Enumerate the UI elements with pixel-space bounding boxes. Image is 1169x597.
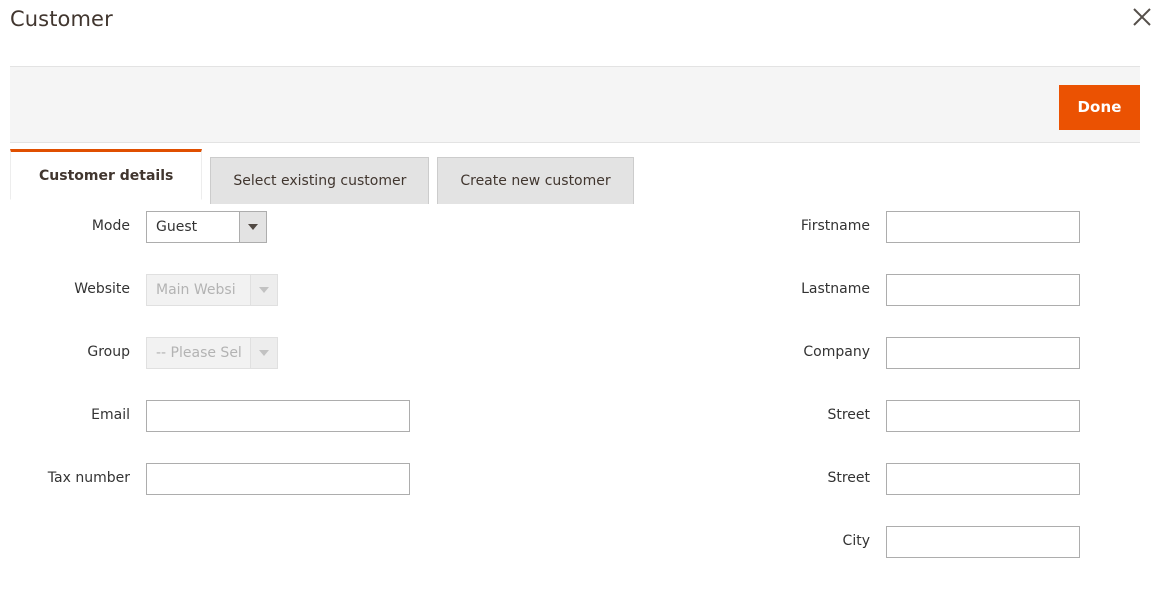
field-company: Company — [520, 330, 1080, 375]
city-input[interactable] — [886, 525, 1080, 558]
chevron-down-icon — [239, 210, 267, 243]
mode-select[interactable]: Guest — [146, 210, 267, 243]
mode-select-value: Guest — [146, 210, 239, 243]
field-group: Group -- Please Sel — [0, 330, 520, 375]
field-lastname: Lastname — [520, 267, 1080, 312]
tab-customer-details[interactable]: Customer details — [10, 149, 203, 200]
field-mode: Mode Guest — [0, 204, 520, 249]
field-label-tax-number: Tax number — [47, 470, 130, 487]
close-icon — [1131, 6, 1153, 28]
field-city: City — [520, 519, 1080, 564]
field-label-group: Group — [87, 344, 130, 361]
form-right-column: Firstname Lastname Company Street Street… — [520, 204, 1080, 582]
street-line-2-input[interactable] — [886, 462, 1080, 495]
website-select: Main Websi — [146, 273, 278, 306]
field-label-firstname: Firstname — [800, 218, 870, 235]
group-select-value: -- Please Sel — [146, 336, 250, 369]
chevron-down-icon — [250, 273, 278, 306]
close-button[interactable] — [1125, 0, 1159, 34]
done-button[interactable]: Done — [1059, 85, 1140, 130]
website-select-value: Main Websi — [146, 273, 250, 306]
form-left-column: Mode Guest Website Main Websi Group -- P… — [0, 204, 520, 519]
customer-tabs: Customer details Select existing custome… — [10, 149, 642, 204]
tab-label: Select existing customer — [233, 173, 407, 189]
field-tax-number: Tax number — [0, 456, 520, 501]
tab-select-existing-customer[interactable]: Select existing customer — [210, 157, 430, 204]
tab-label: Customer details — [39, 167, 174, 184]
field-label-lastname: Lastname — [801, 281, 870, 298]
chevron-down-icon — [250, 336, 278, 369]
email-input[interactable] — [146, 399, 410, 432]
company-input[interactable] — [886, 336, 1080, 369]
tax-number-input[interactable] — [146, 462, 410, 495]
tab-label: Create new customer — [460, 173, 611, 189]
field-email: Email — [0, 393, 520, 438]
lastname-input[interactable] — [886, 273, 1080, 306]
field-label-company: Company — [803, 344, 870, 361]
field-firstname: Firstname — [520, 204, 1080, 249]
field-street-2: Street — [520, 456, 1080, 501]
field-label-street-1: Street — [827, 407, 870, 424]
page-title: Customer — [10, 7, 113, 31]
field-label-email: Email — [91, 407, 130, 424]
field-website: Website Main Websi — [0, 267, 520, 312]
tab-create-new-customer[interactable]: Create new customer — [437, 157, 634, 204]
firstname-input[interactable] — [886, 210, 1080, 243]
group-select: -- Please Sel — [146, 336, 278, 369]
field-label-city: City — [842, 533, 870, 550]
field-label-street-2: Street — [827, 470, 870, 487]
modal-action-toolbar: Done — [10, 66, 1140, 143]
field-street-1: Street — [520, 393, 1080, 438]
field-label-website: Website — [74, 281, 130, 298]
field-label-mode: Mode — [91, 218, 130, 235]
street-line-1-input[interactable] — [886, 399, 1080, 432]
customer-details-form: Mode Guest Website Main Websi Group -- P… — [0, 204, 1169, 597]
